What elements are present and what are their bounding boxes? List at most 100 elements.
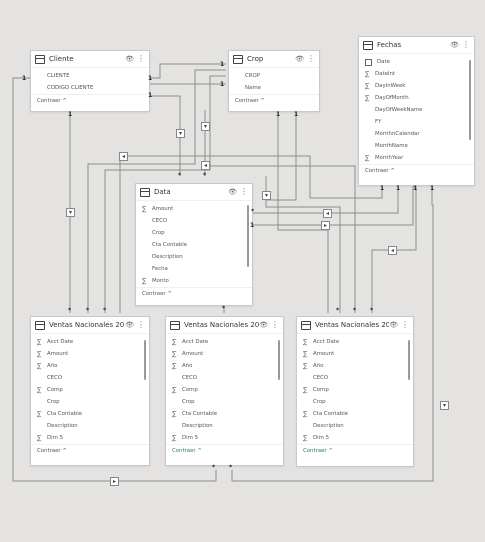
field-row[interactable]: Description xyxy=(297,420,413,432)
more-options-icon[interactable]: ⋮ xyxy=(401,321,409,329)
eye-icon[interactable]: 👁 xyxy=(450,41,459,49)
collapse-button[interactable]: Contraer ^ xyxy=(136,287,252,299)
field-row[interactable]: Description xyxy=(166,420,283,432)
more-options-icon[interactable]: ⋮ xyxy=(240,188,248,196)
eye-icon[interactable]: 👁 xyxy=(125,321,134,329)
eye-icon[interactable]: 👁 xyxy=(228,188,237,196)
field-row[interactable]: ∑ Cta Contable xyxy=(297,408,413,420)
table-header[interactable]: Ventas Nacionales 20... 👁 ⋮ xyxy=(31,317,149,334)
field-row[interactable]: Crop xyxy=(297,396,413,408)
table-ventas-nacionales-a[interactable]: Ventas Nacionales 20... 👁 ⋮ ∑ Acct Date ∑ A… xyxy=(30,316,150,466)
collapse-button[interactable]: Contraer ^ xyxy=(166,444,283,456)
arrow-left-icon[interactable]: ◂ xyxy=(201,161,210,170)
field-row[interactable]: ∑ Amount xyxy=(166,348,283,360)
field-row[interactable]: ∑ DayOfMonth xyxy=(359,92,474,104)
field-row[interactable]: Crop xyxy=(136,227,252,239)
table-header[interactable]: Data 👁 ⋮ xyxy=(136,184,252,201)
field-row[interactable]: Description xyxy=(31,420,149,432)
field-row[interactable]: CECO xyxy=(31,372,149,384)
field-row[interactable]: CECO xyxy=(297,372,413,384)
field-row[interactable]: CECO xyxy=(136,215,252,227)
field-row[interactable]: ∑ Dim 5 xyxy=(166,432,283,444)
arrow-down-icon[interactable]: ▾ xyxy=(176,129,185,138)
eye-icon[interactable]: 👁 xyxy=(295,55,304,63)
table-cliente[interactable]: Cliente 👁 ⋮ CLIENTE CODIGO CLIENTE Contr… xyxy=(30,50,150,112)
field-row[interactable]: Crop xyxy=(166,396,283,408)
field-row[interactable]: MonthName xyxy=(359,140,474,152)
field-row[interactable]: ∑ Acct Date xyxy=(31,336,149,348)
eye-icon[interactable]: 👁 xyxy=(389,321,398,329)
collapse-button[interactable]: Contraer ^ xyxy=(229,94,319,106)
field-row[interactable]: CECO xyxy=(166,372,283,384)
field-row[interactable]: MonthnCalendar xyxy=(359,128,474,140)
field-row[interactable]: ∑ Dim 5 xyxy=(31,432,149,444)
field-row[interactable]: Date xyxy=(359,56,474,68)
field-row[interactable]: ∑ Amount xyxy=(297,348,413,360)
field-row[interactable]: ∑ Comp xyxy=(297,384,413,396)
table-ventas-nacionales-2021[interactable]: Ventas Nacionales 2021 👁 ⋮ ∑ Acct Date ∑ Am… xyxy=(165,316,284,466)
field-row[interactable]: ∑ Cta Contable xyxy=(166,408,283,420)
collapse-button[interactable]: Contraer ^ xyxy=(297,444,413,456)
table-header[interactable]: Fechas 👁 ⋮ xyxy=(359,37,474,54)
table-header[interactable]: Ventas Nacionales 20... 👁 ⋮ xyxy=(297,317,413,334)
field-row[interactable]: ∑ Año xyxy=(166,360,283,372)
field-row[interactable]: ∑ Cta Contable xyxy=(31,408,149,420)
table-fechas[interactable]: Fechas 👁 ⋮ Date ∑ DateInt ∑ DayInWeek ∑ DayOfM… xyxy=(358,36,475,186)
arrow-down-icon[interactable]: ▾ xyxy=(262,191,271,200)
field-row[interactable]: Fecha xyxy=(136,263,252,275)
arrow-left-icon[interactable]: ◂ xyxy=(323,209,332,218)
field-row[interactable]: ∑ Comp xyxy=(31,384,149,396)
arrow-down-icon[interactable]: ▾ xyxy=(66,208,75,217)
field-row[interactable]: CODIGO CLIENTE xyxy=(31,82,149,94)
eye-icon[interactable]: 👁 xyxy=(259,321,268,329)
field-row[interactable]: ∑ Dim 5 xyxy=(297,432,413,444)
table-data[interactable]: Data 👁 ⋮ ∑ Amount CECO Crop Cta Contable Desc… xyxy=(135,183,253,306)
scrollbar[interactable] xyxy=(469,60,471,140)
table-crop[interactable]: Crop 👁 ⋮ CROP Name Contraer ^ xyxy=(228,50,320,112)
field-row[interactable]: FY xyxy=(359,116,474,128)
arrow-left-icon[interactable]: ◂ xyxy=(119,152,128,161)
field-row[interactable]: ∑ MonthYear xyxy=(359,152,474,164)
more-options-icon[interactable]: ⋮ xyxy=(307,55,315,63)
more-options-icon[interactable]: ⋮ xyxy=(137,321,145,329)
table-header[interactable]: Crop 👁 ⋮ xyxy=(229,51,319,68)
field-row[interactable]: ∑ DayInWeek xyxy=(359,80,474,92)
table-ventas-nacionales-b[interactable]: Ventas Nacionales 20... 👁 ⋮ ∑ Acct Date ∑ A… xyxy=(296,316,414,467)
field-row[interactable]: ∑ Acct Date xyxy=(297,336,413,348)
field-row[interactable]: ∑ Amount xyxy=(136,203,252,215)
arrow-right-icon[interactable]: ▸ xyxy=(321,221,330,230)
collapse-button[interactable]: Contraer ^ xyxy=(359,164,474,176)
field-row[interactable]: Crop xyxy=(31,396,149,408)
table-header[interactable]: Cliente 👁 ⋮ xyxy=(31,51,149,68)
field-row[interactable]: ∑ Amount xyxy=(31,348,149,360)
scrollbar[interactable] xyxy=(144,340,146,380)
more-options-icon[interactable]: ⋮ xyxy=(462,41,470,49)
table-header[interactable]: Ventas Nacionales 2021 👁 ⋮ xyxy=(166,317,283,334)
field-row[interactable]: CLIENTE xyxy=(31,70,149,82)
sigma-icon: ∑ xyxy=(172,434,177,442)
field-row[interactable]: ∑ Monto xyxy=(136,275,252,287)
field-row[interactable]: Description xyxy=(136,251,252,263)
field-row[interactable]: ∑ Año xyxy=(31,360,149,372)
scrollbar[interactable] xyxy=(247,205,249,267)
arrow-right-icon[interactable]: ▸ xyxy=(110,477,119,486)
arrow-left-icon[interactable]: ◂ xyxy=(388,246,397,255)
field-row[interactable]: ∑ Año xyxy=(297,360,413,372)
field-row[interactable]: ∑ DateInt xyxy=(359,68,474,80)
field-row[interactable]: DayOfWeekName xyxy=(359,104,474,116)
scrollbar[interactable] xyxy=(278,340,280,380)
field-row[interactable]: Name xyxy=(229,82,319,94)
field-row[interactable]: ∑ Comp xyxy=(166,384,283,396)
more-options-icon[interactable]: ⋮ xyxy=(271,321,279,329)
scrollbar[interactable] xyxy=(408,340,410,380)
eye-icon[interactable]: 👁 xyxy=(125,55,134,63)
field-row[interactable]: CROP xyxy=(229,70,319,82)
arrow-down-icon[interactable]: ▾ xyxy=(201,122,210,131)
field-row[interactable]: Cta Contable xyxy=(136,239,252,251)
more-options-icon[interactable]: ⋮ xyxy=(137,55,145,63)
arrow-down-icon[interactable]: ▾ xyxy=(440,401,449,410)
field-row[interactable]: ∑ Acct Date xyxy=(166,336,283,348)
collapse-button[interactable]: Contraer ^ xyxy=(31,94,149,106)
collapse-button[interactable]: Contraer ^ xyxy=(31,444,149,456)
cardinality-label: 1 xyxy=(413,185,418,192)
